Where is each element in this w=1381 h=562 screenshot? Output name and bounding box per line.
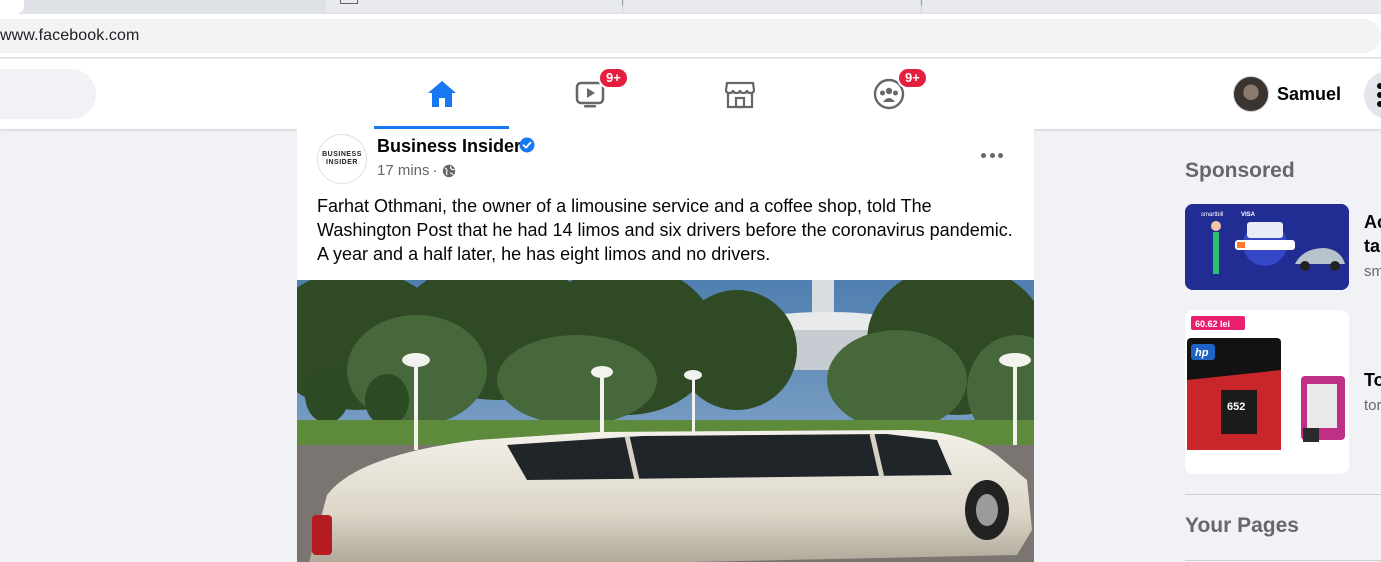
dot-icon (981, 152, 986, 158)
sidebar-divider (1185, 560, 1381, 561)
store-icon (724, 81, 755, 109)
home-icon (427, 81, 456, 107)
dot-icon (998, 152, 1003, 158)
browser-toolbar: www.facebook.com (0, 14, 1381, 58)
browser-tab[interactable] (326, 0, 622, 13)
post-meta: 17 mins · (377, 162, 456, 179)
tab-separator (921, 0, 922, 6)
address-bar-url[interactable]: www.facebook.com (0, 27, 139, 45)
menu-dot-icon (1377, 101, 1381, 107)
browser-tab[interactable] (923, 0, 1381, 13)
smartbill-ad-illustration: smartbill VISA (1185, 204, 1349, 290)
ad-title-line[interactable]: Ac (1364, 210, 1381, 234)
profile-name: Samuel (1277, 83, 1342, 104)
tab-separator (622, 0, 623, 6)
menu-dot-icon (1377, 92, 1381, 98)
page-avatar[interactable]: BUSINESS INSIDER (317, 134, 367, 184)
sponsored-heading: Sponsored (1185, 159, 1295, 182)
your-pages-heading: Your Pages (1185, 514, 1299, 537)
search-input[interactable] (0, 69, 96, 119)
browser-tab-strip (0, 0, 1381, 14)
browser-tab[interactable] (624, 0, 920, 13)
post-text: Farhat Othmani, the owner of a limousine… (317, 196, 1013, 264)
watch-notification-badge: 9+ (598, 67, 629, 89)
menu-button[interactable] (1364, 71, 1381, 119)
profile-shortcut[interactable]: Samuel (1233, 76, 1341, 112)
tab-watch[interactable]: 9+ (522, 59, 657, 129)
verified-badge-icon (519, 137, 535, 153)
tab-favicon-icon (340, 0, 358, 4)
ad-title-line[interactable]: ta (1364, 234, 1380, 258)
ad-title-line[interactable]: To (1364, 368, 1381, 392)
ad-image[interactable]: smartbill VISA (1185, 204, 1349, 290)
ad-domain: sm (1364, 263, 1381, 280)
post-timestamp[interactable]: 17 mins (377, 162, 430, 179)
price-tag: 60.62 lei (1195, 319, 1230, 329)
post-options-button[interactable] (977, 145, 1007, 165)
facebook-top-nav: 9+ 9+ Samuel (0, 59, 1381, 129)
ad-domain: tor (1364, 397, 1381, 414)
ad-brand-text: smartbill (1201, 212, 1223, 218)
sidebar-divider (1185, 494, 1381, 495)
ad-image[interactable]: 60.62 lei hp 652 (1185, 310, 1349, 474)
feed-post: BUSINESS INSIDER Business Insider 17 min… (297, 129, 1034, 562)
cartridge-number-text: 652 (1227, 401, 1245, 413)
page-logo-text: BUSINESS INSIDER (322, 151, 362, 166)
page-name-link[interactable]: Business Insider (377, 136, 521, 157)
post-image[interactable] (297, 280, 1034, 562)
globe-icon (442, 164, 455, 177)
menu-dot-icon (1377, 83, 1381, 89)
groups-notification-badge: 9+ (897, 67, 928, 89)
browser-tab-active[interactable] (0, 0, 24, 14)
hp-logo-text: hp (1195, 347, 1209, 359)
ad-visa-text: VISA (1241, 212, 1256, 218)
limousine-photo (297, 280, 1034, 562)
dot-icon (989, 152, 995, 158)
tab-home[interactable] (374, 59, 509, 129)
tab-groups[interactable]: 9+ (821, 59, 956, 129)
avatar (1233, 76, 1269, 112)
meta-separator: · (432, 162, 438, 179)
hp-ink-cartridge-illustration: 60.62 lei hp 652 (1185, 310, 1349, 474)
address-bar[interactable] (0, 19, 1381, 53)
tab-marketplace[interactable] (672, 59, 807, 129)
